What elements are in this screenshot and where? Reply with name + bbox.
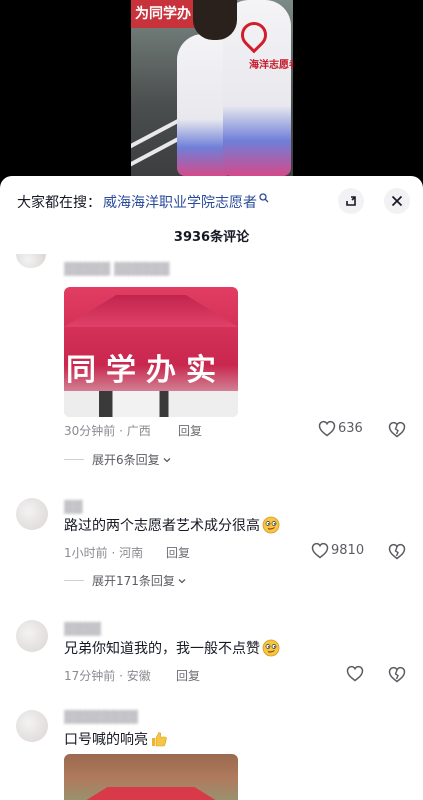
like-count: 9810 bbox=[331, 543, 365, 558]
comment-text: 兄弟你知道我的，我一般不点赞 bbox=[64, 638, 280, 658]
suggested-search-keyword[interactable]: 威海海洋职业学院志愿者 bbox=[103, 192, 257, 212]
divider bbox=[64, 580, 84, 581]
comment-meta: 30分钟前 · 广西 bbox=[64, 424, 151, 438]
expand-icon bbox=[346, 196, 356, 206]
comment-meta: 1小时前 · 河南 bbox=[64, 546, 144, 560]
vest-text: 海洋志愿者 bbox=[249, 60, 293, 71]
divider bbox=[64, 459, 84, 460]
thumbs-up-emoji-icon bbox=[152, 732, 167, 747]
close-icon bbox=[391, 195, 403, 207]
username[interactable]: ▓▓▓▓▓▓▓▓ bbox=[64, 710, 138, 724]
tent-canopy bbox=[64, 787, 238, 800]
heart-icon bbox=[318, 420, 336, 437]
chevron-down-icon bbox=[178, 578, 186, 583]
close-button[interactable] bbox=[384, 188, 410, 214]
broken-heart-icon[interactable] bbox=[388, 421, 406, 438]
tent-canopy bbox=[64, 295, 238, 327]
username[interactable]: ▓▓▓▓▓ ▓▓▓▓▓▓ bbox=[64, 262, 169, 276]
video-banner: 为同学办 bbox=[131, 0, 201, 28]
heart-icon bbox=[311, 542, 329, 559]
comment-image[interactable] bbox=[64, 754, 238, 800]
comment-text-content: 路过的两个志愿者艺术成分很高 bbox=[64, 518, 260, 534]
comment-image-text: 同学办实 bbox=[66, 353, 226, 388]
comment-sheet: 大家都在搜： 威海海洋职业学院志愿者 3936条评论 ▓▓▓▓▓ ▓▓▓▓▓▓ … bbox=[0, 176, 423, 800]
expand-replies-label: 展开171条回复 bbox=[92, 574, 175, 588]
like-button[interactable]: 9810 bbox=[311, 542, 364, 559]
expand-replies-label: 展开6条回复 bbox=[92, 453, 160, 467]
like-count: 636 bbox=[338, 421, 363, 436]
username[interactable]: ▓▓ bbox=[64, 500, 82, 514]
comment-count: 3936条评论 bbox=[173, 230, 250, 245]
comment-text-content: 口号喊的响亮 bbox=[64, 732, 148, 748]
avatar[interactable] bbox=[16, 710, 48, 742]
suggested-search-prefix: 大家都在搜： bbox=[17, 195, 101, 211]
reply-button[interactable]: 回复 bbox=[176, 667, 200, 684]
reply-button[interactable]: 回复 bbox=[166, 544, 190, 561]
image-people bbox=[64, 391, 238, 417]
comment-meta: 17分钟前 · 安徽 bbox=[64, 669, 151, 683]
expand-replies-button[interactable]: 展开171条回复 bbox=[64, 572, 187, 589]
search-icon[interactable] bbox=[259, 193, 269, 203]
broken-heart-icon[interactable] bbox=[388, 543, 406, 560]
avatar[interactable] bbox=[16, 620, 48, 652]
like-button[interactable]: 636 bbox=[318, 420, 363, 437]
expand-button[interactable] bbox=[338, 188, 364, 214]
video-frame[interactable]: 为同学办 海洋志愿者 bbox=[131, 0, 293, 176]
volunteer-hair bbox=[193, 0, 237, 40]
smirk-emoji-icon bbox=[262, 639, 280, 657]
comment-text: 口号喊的响亮 bbox=[64, 729, 168, 749]
avatar[interactable] bbox=[16, 254, 46, 268]
username[interactable]: ▓▓▓▓ bbox=[64, 622, 101, 636]
avatar[interactable] bbox=[16, 498, 48, 530]
comment-text: 路过的两个志愿者艺术成分很高 bbox=[64, 515, 280, 535]
smirk-emoji-icon bbox=[262, 516, 280, 534]
comment-image[interactable]: 同学办实 bbox=[64, 287, 238, 417]
broken-heart-icon[interactable] bbox=[388, 666, 406, 683]
comment-text-content: 兄弟你知道我的，我一般不点赞 bbox=[64, 641, 260, 657]
video-player[interactable]: 为同学办 海洋志愿者 bbox=[0, 0, 423, 180]
suggested-search[interactable]: 大家都在搜： 威海海洋职业学院志愿者 bbox=[17, 192, 269, 212]
reply-button[interactable]: 回复 bbox=[178, 422, 202, 439]
chevron-down-icon bbox=[163, 457, 171, 462]
expand-replies-button[interactable]: 展开6条回复 bbox=[64, 451, 172, 468]
like-button[interactable] bbox=[346, 665, 366, 682]
heart-icon bbox=[346, 665, 364, 682]
